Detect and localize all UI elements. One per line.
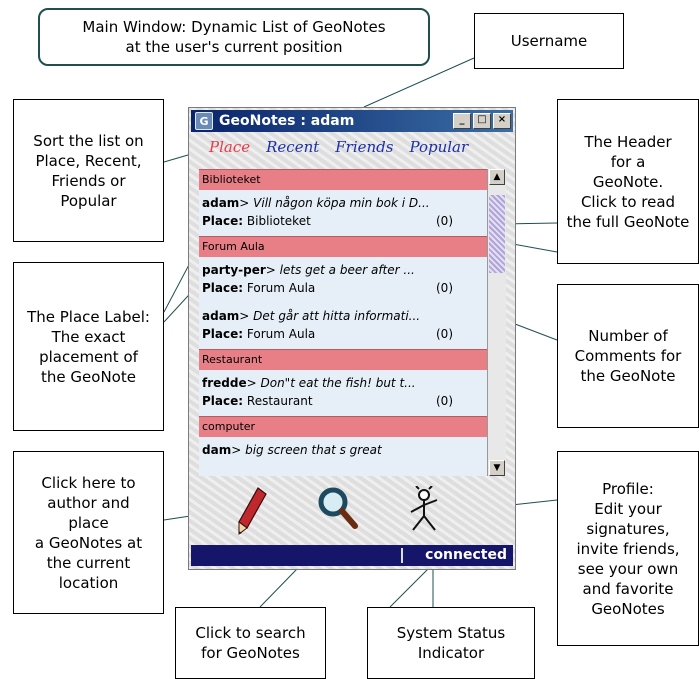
place-prefix: Place: — [202, 281, 244, 295]
callout-sort: Sort the list on Place, Recent, Friends … — [13, 99, 164, 242]
note-text: Vill någon köpa min bok i D... — [253, 196, 430, 210]
scroll-up-icon[interactable]: ▲ — [489, 169, 505, 185]
scrollbar[interactable]: ▲ ▼ — [487, 169, 506, 476]
note-place: Forum Aula — [246, 281, 316, 295]
callout-main-window: Main Window: Dynamic List of GeoNotes at… — [38, 8, 430, 66]
callout-status: System Status Indicator — [367, 607, 535, 679]
callout-author: Click here to author and place a GeoNote… — [13, 451, 164, 614]
place-header[interactable]: Restaurant — [199, 349, 487, 370]
note-text: Det går att hitta informati... — [253, 309, 421, 323]
note-user: dam — [202, 443, 232, 457]
note-place: Restaurant — [246, 394, 313, 408]
status-divider — [401, 548, 403, 563]
place-header[interactable]: Biblioteket — [199, 169, 487, 190]
scroll-thumb[interactable] — [489, 195, 505, 273]
callout-header: The Header for a GeoNote. Click to read … — [557, 99, 699, 264]
callout-place-label: The Place Label: The exact placement of … — [13, 262, 164, 431]
magnifier-icon[interactable] — [315, 484, 361, 532]
scroll-down-icon[interactable]: ▼ — [489, 460, 505, 476]
status-bar: connected — [191, 545, 513, 566]
tab-recent[interactable]: Recent — [266, 138, 319, 162]
geonote-list: Biblioteket adam> Vill någon köpa min bo… — [199, 169, 487, 476]
note-text: Don"t eat the fish! but t... — [260, 376, 416, 390]
note-place: Forum Aula — [246, 327, 316, 341]
tab-place[interactable]: Place — [209, 138, 250, 162]
status-indicator: connected — [425, 547, 507, 563]
tab-popular[interactable]: Popular — [409, 138, 468, 162]
title-bar: G GeoNotes : adam _ □ × — [191, 110, 513, 132]
window-title: GeoNotes : adam — [219, 113, 355, 129]
callout-comments: Number of Comments for the GeoNote — [557, 284, 699, 428]
place-prefix: Place: — [202, 327, 244, 341]
note-user: fredde — [202, 376, 247, 390]
comment-count: (0) — [436, 281, 453, 295]
list-item[interactable]: party-per> lets get a beer after ... Pla… — [199, 257, 487, 303]
sort-tabs: Place Recent Friends Popular — [209, 138, 509, 162]
minimize-icon[interactable]: _ — [453, 113, 471, 129]
note-place: Biblioteket — [246, 214, 311, 228]
place-header[interactable]: computer — [199, 416, 487, 437]
place-prefix: Place: — [202, 214, 244, 228]
callout-profile: Profile: Edit your signatures, invite fr… — [557, 451, 699, 646]
callout-search: Click to search for GeoNotes — [175, 607, 326, 679]
tab-friends[interactable]: Friends — [335, 138, 393, 162]
app-icon: G — [195, 112, 213, 130]
list-item[interactable]: dam> big screen that s great — [199, 437, 487, 476]
place-prefix: Place: — [202, 394, 244, 408]
comment-count: (0) — [436, 327, 453, 341]
list-item[interactable]: adam> Det går att hitta informati... Pla… — [199, 303, 487, 349]
close-icon[interactable]: × — [493, 113, 511, 129]
geonotes-window: G GeoNotes : adam _ □ × Place Recent Fri… — [188, 107, 516, 570]
list-item[interactable]: adam> Vill någon köpa min bok i D... Pla… — [199, 190, 487, 236]
note-user: party-per — [202, 263, 266, 277]
comment-count: (0) — [436, 394, 453, 408]
note-user: adam — [202, 309, 240, 323]
place-header[interactable]: Forum Aula — [199, 236, 487, 257]
callout-username: Username — [474, 13, 624, 69]
profile-figure-icon[interactable] — [403, 486, 447, 536]
note-text: lets get a beer after ... — [279, 263, 415, 277]
maximize-icon[interactable]: □ — [473, 113, 491, 129]
note-text: big screen that s great — [245, 443, 382, 457]
note-user: adam — [202, 196, 240, 210]
pencil-icon[interactable] — [235, 486, 269, 536]
list-item[interactable]: fredde> Don"t eat the fish! but t... Pla… — [199, 370, 487, 416]
comment-count: (0) — [436, 214, 453, 228]
